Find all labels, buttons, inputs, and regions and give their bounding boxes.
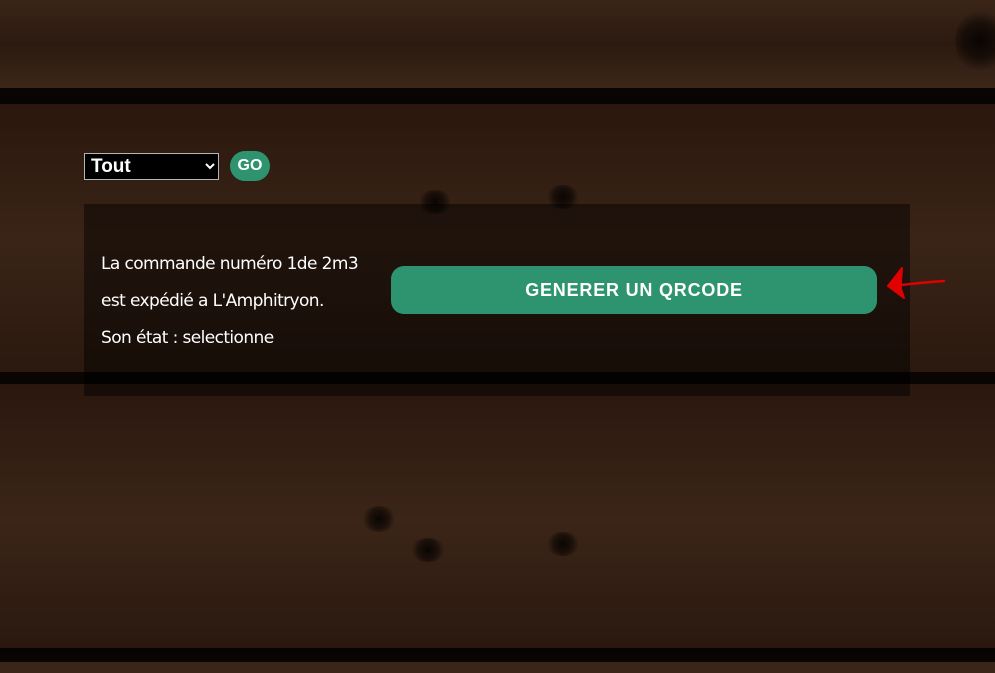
order-number-text: La commande numéro 1de 2m3	[101, 254, 359, 274]
filter-bar: Tout GO	[84, 151, 270, 181]
generate-qrcode-button[interactable]: GENERER UN QRCODE	[391, 266, 877, 314]
order-info: La commande numéro 1de 2m3 est expédié a…	[101, 246, 359, 357]
wood-knot	[410, 538, 446, 562]
order-panel: La commande numéro 1de 2m3 est expédié a…	[84, 204, 910, 396]
red-arrow-annotation-icon	[887, 267, 946, 299]
go-button[interactable]: GO	[230, 151, 270, 181]
wood-knot	[362, 506, 396, 532]
filter-select[interactable]: Tout	[84, 152, 219, 180]
wood-knot	[546, 532, 580, 556]
wood-knot	[955, 10, 995, 72]
order-destination-text: est expédié a L'Amphitryon.	[101, 291, 324, 311]
order-status-text: Son état : selectionne	[101, 328, 274, 348]
